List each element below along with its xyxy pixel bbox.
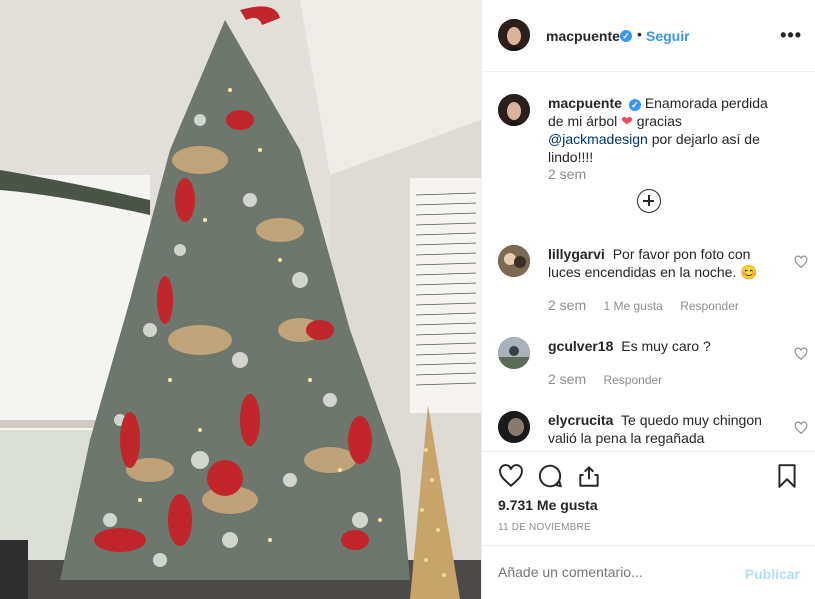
caption-author-avatar[interactable] [498, 94, 530, 126]
post-date[interactable]: 11 DE NOVIEMBRE [498, 522, 591, 533]
comment-like-heart-icon[interactable] [794, 421, 808, 435]
reply-button[interactable]: Responder [680, 299, 739, 313]
comment-likes-count[interactable]: 1 Me gusta [603, 299, 662, 313]
red-heart-emoji: ❤ [621, 113, 633, 129]
load-more-comments-icon[interactable] [637, 189, 661, 213]
author-username[interactable]: macpuente [546, 28, 620, 44]
comment-like-heart-icon[interactable] [794, 255, 808, 269]
author-avatar[interactable] [498, 19, 530, 51]
comment-meta: 2 sem 1 Me gusta Responder [548, 297, 753, 313]
caption-username[interactable]: macpuente [548, 95, 622, 111]
comment-username[interactable]: gculver18 [548, 338, 613, 354]
comment-text: gculver18 Es muy caro ? [548, 337, 784, 355]
post-actions: 9.731 Me gusta 11 DE NOVIEMBRE [482, 451, 815, 545]
follow-button[interactable]: Seguir [646, 28, 690, 44]
caption-time[interactable]: 2 sem [548, 166, 586, 182]
comment-time[interactable]: 2 sem [548, 371, 586, 387]
comment-like-heart-icon[interactable] [794, 347, 808, 361]
header-separator: • [637, 26, 642, 42]
caption-meta: 2 sem [548, 166, 600, 182]
mention-link[interactable]: @jackmadesign [548, 131, 648, 147]
comment-text: lillygarvi Por favor pon foto con luces … [548, 245, 784, 281]
likes-count[interactable]: 9.731 Me gusta [498, 497, 598, 513]
christmas-tree-image [0, 0, 481, 599]
comment-username[interactable]: lillygarvi [548, 246, 605, 262]
more-options-icon[interactable]: ••• [780, 26, 802, 44]
like-heart-icon[interactable] [498, 463, 524, 489]
post-details-panel: macpuente ✓ • Seguir ••• macpuente ✓ Enam… [481, 0, 815, 599]
caption-text-middle: gracias [632, 113, 682, 129]
share-icon[interactable] [576, 463, 602, 489]
commenter-avatar[interactable] [498, 245, 530, 277]
smile-emoji: 😊 [740, 264, 758, 280]
commenter-avatar[interactable] [498, 337, 530, 369]
comment-text: elycrucita Te quedo muy chingon valió la… [548, 411, 784, 447]
post-header: macpuente ✓ • Seguir ••• [482, 0, 815, 72]
instagram-post-modal: macpuente ✓ • Seguir ••• macpuente ✓ Enam… [0, 0, 815, 599]
reply-button[interactable]: Responder [603, 373, 662, 387]
comment-username[interactable]: elycrucita [548, 412, 613, 428]
comment-meta: 2 sem Responder [548, 371, 676, 387]
verified-badge-icon: ✓ [628, 99, 641, 111]
comment-body: Es muy caro ? [621, 338, 711, 354]
save-bookmark-icon[interactable] [774, 463, 800, 489]
caption-text: macpuente ✓ Enamorada perdida de mi árbol… [548, 94, 784, 166]
comments-list[interactable]: macpuente ✓ Enamorada perdida de mi árbol… [482, 73, 815, 451]
post-photo[interactable] [0, 0, 481, 599]
commenter-avatar[interactable] [498, 411, 530, 443]
comment-input[interactable] [498, 564, 738, 580]
add-comment-bar: Publicar [482, 545, 815, 599]
publish-button[interactable]: Publicar [745, 566, 800, 582]
comment-bubble-icon[interactable] [537, 463, 563, 489]
verified-badge-icon: ✓ [620, 30, 632, 42]
comment-time[interactable]: 2 sem [548, 297, 586, 313]
